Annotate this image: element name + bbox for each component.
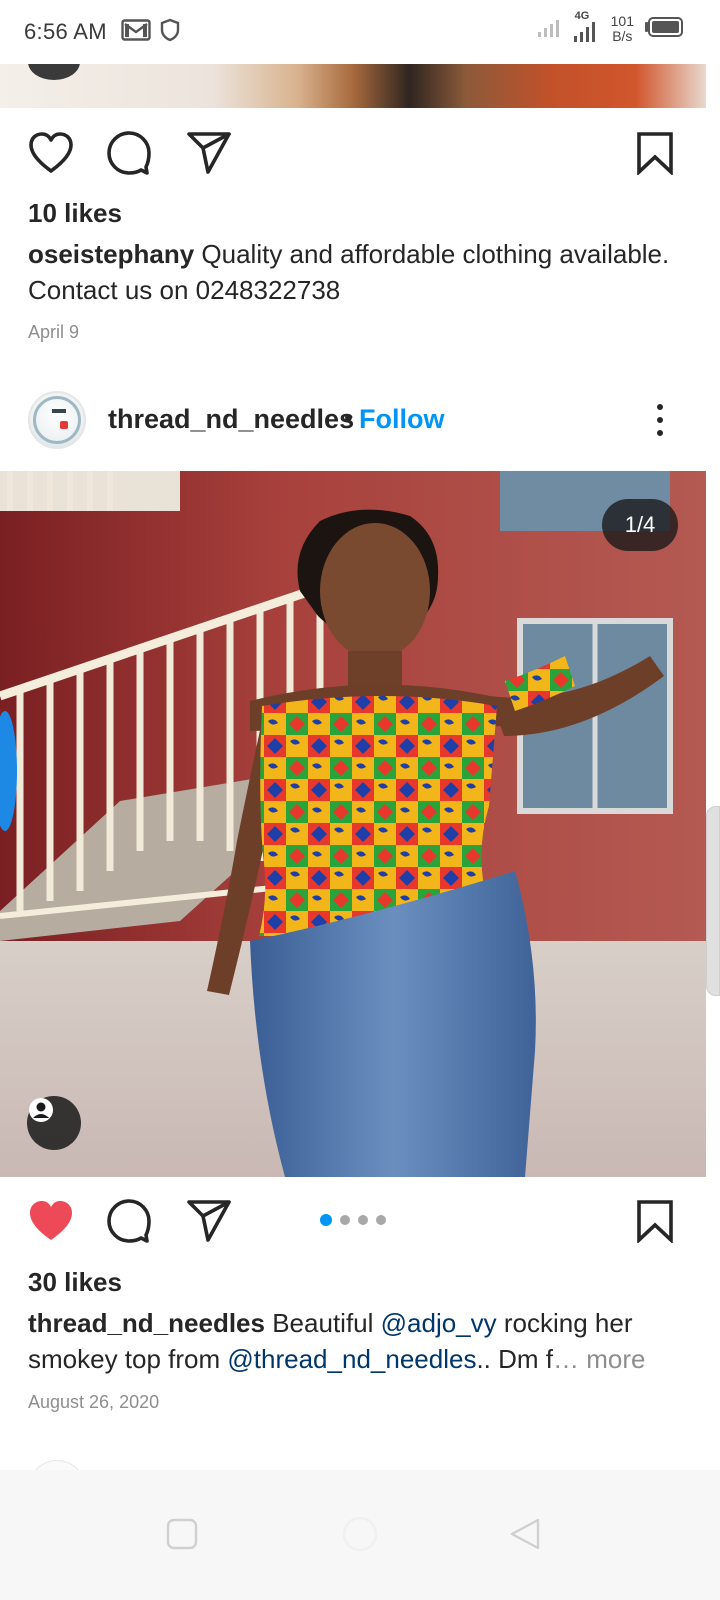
status-time: 6:56 AM	[24, 19, 107, 44]
comment-icon	[107, 131, 151, 175]
comment-button[interactable]	[104, 1196, 154, 1246]
signal-icon	[537, 16, 561, 43]
avatar[interactable]	[28, 391, 86, 449]
mention-link[interactable]: @adjo_vy	[381, 1308, 497, 1338]
back-button[interactable]	[495, 1504, 555, 1564]
follow-button[interactable]: Follow	[359, 404, 444, 435]
signal-4g-icon: 4G	[571, 10, 601, 44]
carousel-dot-active	[320, 1214, 332, 1226]
recent-apps-icon	[166, 1518, 198, 1550]
home-button[interactable]	[330, 1504, 390, 1564]
previous-post-action-bar	[0, 108, 720, 198]
likes-count[interactable]: 30 likes	[28, 1267, 122, 1298]
save-button[interactable]	[630, 128, 680, 178]
like-button[interactable]	[26, 128, 76, 178]
carousel-dot	[358, 1215, 368, 1225]
caption-text: .. Dm f	[476, 1344, 553, 1374]
gmail-icon	[121, 18, 151, 47]
network-speed-value: 101	[610, 13, 634, 29]
mention-link[interactable]: @thread_nd_needles	[227, 1344, 476, 1374]
more-options-button[interactable]	[640, 400, 680, 440]
carousel-indicator	[320, 1214, 386, 1226]
home-icon	[342, 1516, 378, 1552]
battery-icon	[644, 16, 684, 43]
separator-dot: •	[344, 402, 354, 432]
share-button[interactable]	[184, 128, 234, 178]
caption-username[interactable]: oseistephany	[28, 239, 194, 269]
carousel-dot	[340, 1215, 350, 1225]
comment-icon	[107, 1199, 151, 1243]
post-caption: thread_nd_needles Beautiful @adjo_vy roc…	[28, 1305, 688, 1377]
paper-plane-icon	[187, 132, 231, 174]
recent-apps-button[interactable]	[152, 1504, 212, 1564]
dot-icon	[657, 417, 663, 423]
post-header: thread_nd_needles • Follow	[0, 380, 720, 460]
share-button[interactable]	[184, 1196, 234, 1246]
person-icon	[29, 1098, 53, 1122]
back-icon	[510, 1518, 540, 1550]
post-caption: oseistephany Quality and affordable clot…	[28, 236, 688, 308]
save-button[interactable]	[630, 1196, 680, 1246]
network-speed-unit: B/s	[612, 28, 633, 44]
comment-button[interactable]	[104, 128, 154, 178]
caption-text: Beautiful	[272, 1308, 381, 1338]
paper-plane-icon	[187, 1200, 231, 1242]
tagged-users-button[interactable]	[27, 1096, 81, 1150]
like-button[interactable]	[26, 1196, 76, 1246]
post-username[interactable]: thread_nd_needles	[108, 404, 354, 435]
status-bar: 6:56 AM 4G 101 B/s	[0, 0, 720, 64]
tag-user-button-partial	[28, 64, 80, 80]
bookmark-icon	[637, 1200, 673, 1243]
post-image[interactable]: 1/4	[0, 471, 706, 1177]
image-counter-badge: 1/4	[602, 499, 678, 551]
system-navigation-bar	[0, 1470, 720, 1600]
post-date: August 26, 2020	[28, 1392, 160, 1412]
dot-icon	[657, 404, 663, 410]
heart-filled-icon	[30, 1201, 72, 1240]
scroll-handle[interactable]	[706, 806, 720, 996]
likes-count[interactable]: 10 likes	[28, 198, 122, 229]
caption-username[interactable]: thread_nd_needles	[28, 1308, 265, 1338]
carousel-dot	[376, 1215, 386, 1225]
post-photo	[0, 471, 706, 1177]
heart-outline-icon	[29, 132, 73, 173]
caption-ellipsis: …	[553, 1344, 579, 1374]
shield-icon	[159, 18, 181, 47]
more-button[interactable]: more	[579, 1344, 645, 1374]
bookmark-icon	[637, 132, 673, 175]
network-speed: 101 B/s	[611, 14, 634, 44]
previous-post-image[interactable]	[0, 64, 706, 108]
dot-icon	[657, 430, 663, 436]
post-date: April 9	[28, 322, 80, 342]
